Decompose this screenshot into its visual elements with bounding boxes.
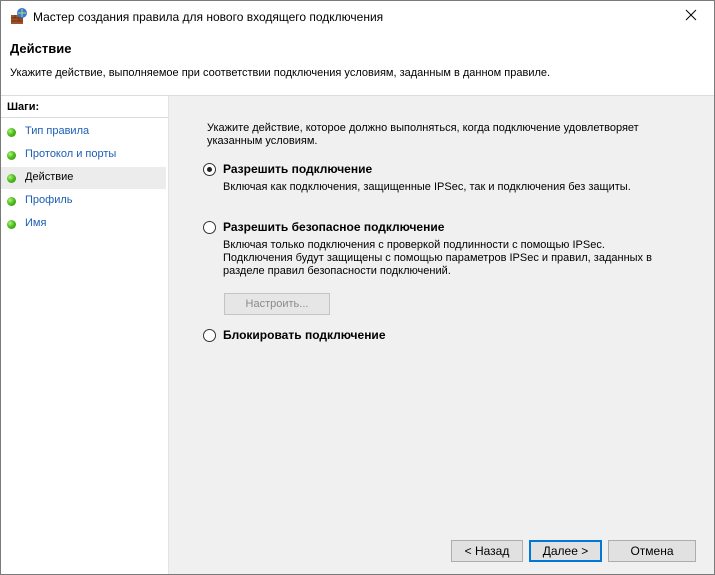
page-description: Укажите действие, выполняемое при соотве… — [10, 67, 551, 79]
steps-divider — [1, 117, 168, 118]
main-content: Укажите действие, которое должно выполня… — [169, 96, 714, 574]
allow-secure-radio[interactable] — [203, 221, 216, 234]
wizard-window: Мастер создания правила для нового входя… — [0, 0, 715, 575]
wizard-header: Действие Укажите действие, выполняемое п… — [1, 32, 714, 96]
allow-secure-label[interactable]: Разрешить безопасное подключение — [223, 220, 444, 234]
next-button[interactable]: Далее > — [529, 540, 602, 562]
close-icon — [685, 9, 697, 24]
sidebar-item-label: Действие — [25, 171, 74, 183]
close-button[interactable] — [668, 1, 714, 32]
steps-heading: Шаги: — [7, 101, 40, 113]
sidebar-item-protocol-ports[interactable]: Протокол и порты — [1, 144, 166, 166]
page-title: Действие — [10, 41, 72, 56]
steps-sidebar: Шаги: Тип правила Протокол и порты Дейст… — [1, 96, 169, 574]
allow-description: Включая как подключения, защищенные IPSe… — [223, 181, 631, 193]
title-bar: Мастер создания правила для нового входя… — [1, 1, 714, 32]
allow-radio[interactable] — [203, 163, 216, 176]
sidebar-item-action[interactable]: Действие — [1, 167, 166, 189]
block-label[interactable]: Блокировать подключение — [223, 328, 386, 342]
customize-button[interactable]: Настроить... — [224, 293, 330, 315]
step-status-icon — [7, 151, 16, 160]
step-status-icon — [7, 220, 16, 229]
radio-selected-dot — [207, 167, 212, 172]
sidebar-item-label: Тип правила — [25, 125, 90, 137]
step-status-icon — [7, 197, 16, 206]
step-status-icon — [7, 174, 16, 183]
allow-label[interactable]: Разрешить подключение — [223, 162, 372, 176]
sidebar-item-label: Имя — [25, 217, 47, 229]
sidebar-item-label: Профиль — [25, 194, 73, 206]
allow-secure-description: Включая только подключения с проверкой п… — [223, 239, 652, 277]
window-title: Мастер создания правила для нового входя… — [33, 10, 384, 24]
step-status-icon — [7, 128, 16, 137]
cancel-button[interactable]: Отмена — [608, 540, 696, 562]
sidebar-item-profile[interactable]: Профиль — [1, 190, 166, 212]
action-prompt: Укажите действие, которое должно выполня… — [207, 122, 639, 147]
back-button[interactable]: < Назад — [451, 540, 523, 562]
sidebar-item-name[interactable]: Имя — [1, 213, 166, 235]
block-radio[interactable] — [203, 329, 216, 342]
sidebar-item-rule-type[interactable]: Тип правила — [1, 121, 166, 143]
sidebar-item-label: Протокол и порты — [25, 148, 117, 160]
firewall-icon — [10, 8, 28, 26]
